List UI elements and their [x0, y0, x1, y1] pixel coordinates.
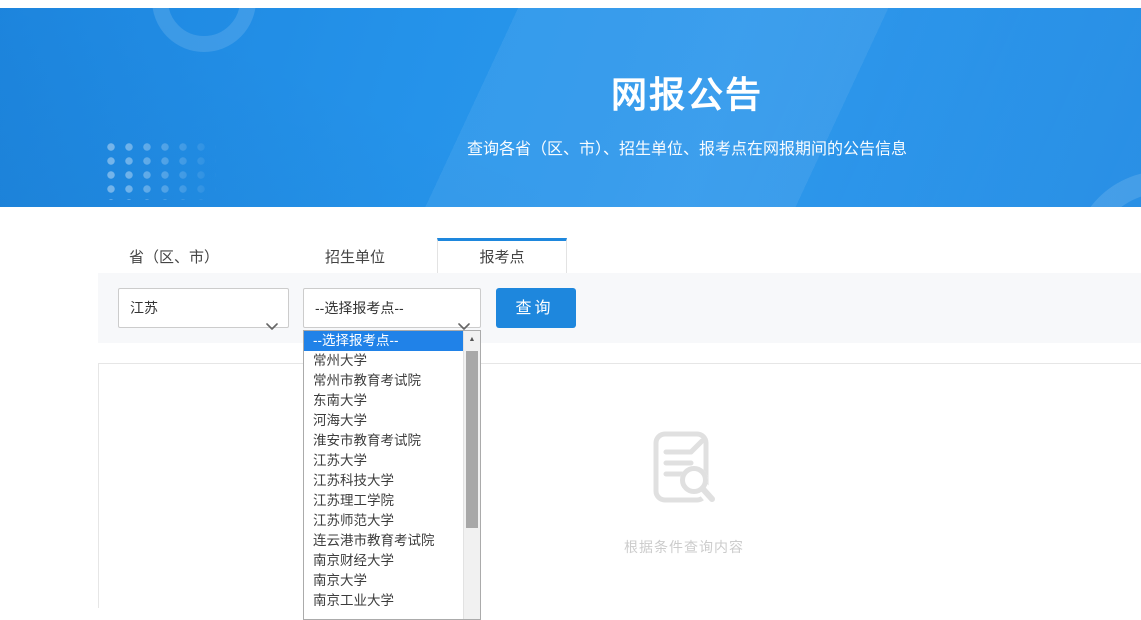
search-button[interactable]: 查询 — [496, 288, 576, 328]
tab-province[interactable]: 省（区、市） — [98, 238, 250, 273]
page-subtitle: 查询各省（区、市）、招生单位、报考点在网报期间的公告信息 — [467, 135, 907, 159]
empty-state-message: 根据条件查询内容 — [624, 537, 744, 557]
province-select-value: 江苏 — [130, 300, 158, 316]
tabs-bar: 省（区、市） 招生单位 报考点 — [98, 238, 567, 273]
dot-grid-decoration — [106, 142, 216, 200]
dropdown-option[interactable]: 江苏科技大学 — [304, 471, 463, 491]
province-select[interactable]: 江苏 — [118, 288, 289, 328]
results-panel: 根据条件查询内容 — [98, 363, 1141, 608]
dropdown-option[interactable]: 淮安市教育考试院 — [304, 431, 463, 451]
dropdown-option[interactable]: 常州大学 — [304, 351, 463, 371]
scrollbar-up-arrow-icon[interactable]: ▲ — [464, 331, 480, 348]
scrollbar-thumb[interactable] — [466, 351, 478, 528]
circle-decoration-icon — [152, 8, 256, 52]
chevron-down-icon — [266, 306, 278, 344]
dropdown-scrollbar[interactable]: ▲ — [463, 331, 480, 619]
exam-site-select[interactable]: --选择报考点-- — [303, 288, 481, 328]
banner-text: 网报公告 查询各省（区、市）、招生单位、报考点在网报期间的公告信息 — [467, 66, 907, 159]
filter-toolbar: 江苏 --选择报考点-- 查询 — [98, 273, 1141, 343]
dropdown-option[interactable]: 江苏大学 — [304, 451, 463, 471]
exam-site-select-value: --选择报考点-- — [315, 300, 404, 316]
tab-admissions-unit[interactable]: 招生单位 — [280, 238, 430, 273]
dropdown-option[interactable]: --选择报考点-- — [304, 331, 463, 351]
dropdown-option[interactable]: 东南大学 — [304, 391, 463, 411]
circle-decoration-icon — [1072, 171, 1141, 207]
dropdown-option[interactable]: 南京工业大学 — [304, 591, 463, 611]
dropdown-option[interactable]: 连云港市教育考试院 — [304, 531, 463, 551]
exam-site-dropdown-list: --选择报考点--常州大学常州市教育考试院东南大学河海大学淮安市教育考试院江苏大… — [303, 330, 481, 620]
tab-exam-site[interactable]: 报考点 — [437, 238, 567, 273]
dropdown-option[interactable]: 河海大学 — [304, 411, 463, 431]
banner: 网报公告 查询各省（区、市）、招生单位、报考点在网报期间的公告信息 — [0, 8, 1141, 207]
dropdown-option[interactable]: 常州市教育考试院 — [304, 371, 463, 391]
dropdown-option[interactable]: 南京大学 — [304, 571, 463, 591]
dropdown-options: --选择报考点--常州大学常州市教育考试院东南大学河海大学淮安市教育考试院江苏大… — [304, 331, 463, 619]
page-title: 网报公告 — [467, 66, 907, 118]
document-search-icon — [646, 428, 722, 517]
dropdown-option[interactable]: 江苏师范大学 — [304, 511, 463, 531]
dropdown-option[interactable]: 南京财经大学 — [304, 551, 463, 571]
dropdown-option[interactable]: 江苏理工学院 — [304, 491, 463, 511]
